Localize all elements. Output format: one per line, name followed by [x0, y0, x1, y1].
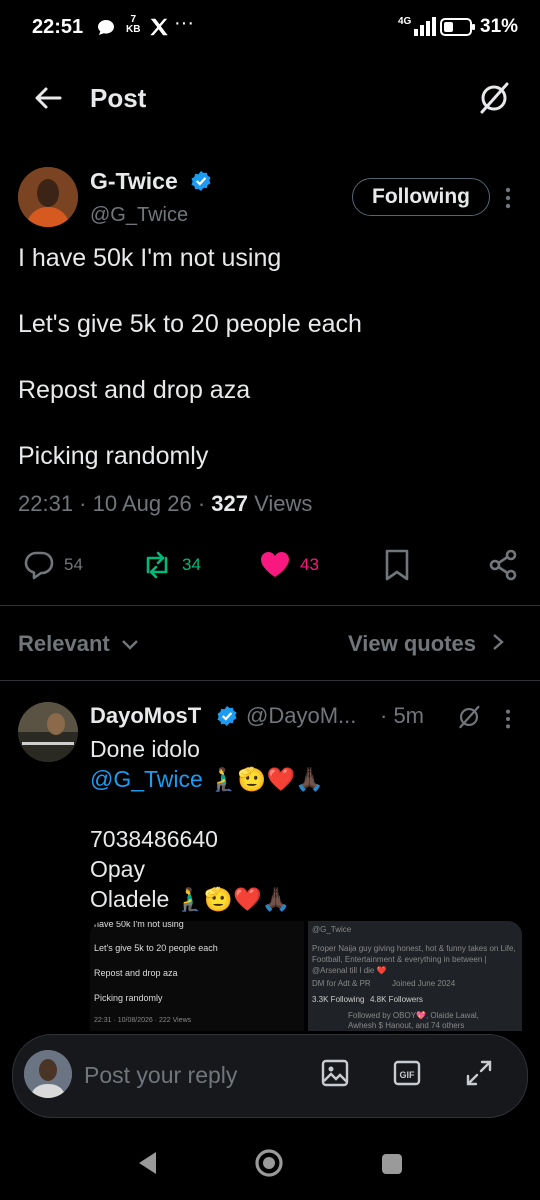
author-handle[interactable]: @G_Twice	[90, 204, 188, 227]
battery-percent: 31%	[480, 16, 519, 37]
system-nav-bar	[0, 1120, 540, 1200]
verified-badge-icon	[216, 705, 238, 732]
like-action[interactable]: 43	[258, 548, 319, 582]
back-button[interactable]	[32, 82, 64, 114]
expand-button[interactable]	[464, 1058, 498, 1092]
status-bar: 22:51 7 KB ··· 4G 31%	[0, 0, 540, 60]
grok-button[interactable]	[476, 80, 512, 116]
image-text: Let's give 5k to 20 people each	[94, 943, 218, 953]
repost-count: 34	[182, 555, 201, 574]
bookmark-icon	[385, 549, 409, 581]
reply-text: Done idolo @G_Twice 🧎‍♂️🫡❤️🙏🏿 7038486640…	[90, 734, 520, 914]
avatar-image	[24, 1050, 72, 1098]
more-options-icon[interactable]	[504, 708, 512, 735]
repost-action[interactable]: 34	[140, 548, 201, 582]
network-type: 4G	[398, 16, 412, 27]
image-text: Repost and drop aza	[94, 968, 178, 978]
verified-badge-icon	[190, 170, 212, 197]
reply-icon	[24, 551, 54, 580]
image-text: 3.3K Following	[312, 995, 365, 1004]
following-button[interactable]: Following	[352, 178, 490, 216]
nav-back-icon[interactable]	[136, 1150, 160, 1181]
image-text: Followed by OBOY💖, Olaide Lawal,	[348, 1011, 479, 1020]
author-name[interactable]: G-Twice	[90, 168, 178, 195]
status-time: 22:51	[32, 16, 84, 38]
reply-author-name[interactable]: DayoMosT	[90, 703, 201, 729]
image-text: Joined June 2024	[392, 979, 456, 988]
views-label: Views	[254, 491, 313, 516]
more-options-icon[interactable]	[504, 186, 512, 215]
views-count: 327	[211, 491, 249, 516]
gif-button[interactable]: GIF	[392, 1058, 426, 1092]
bookmark-button[interactable]	[382, 548, 412, 582]
network-speed: 7 KB	[126, 14, 141, 35]
more-notifications-icon: ···	[174, 12, 194, 34]
view-quotes-label: View quotes	[348, 631, 476, 656]
post-line: I have 50k I'm not using	[18, 244, 282, 272]
divider	[0, 605, 540, 606]
share-button[interactable]	[486, 548, 520, 582]
avatar-image	[18, 702, 78, 762]
avatar-image	[18, 167, 78, 227]
image-text: 22:31 · 10/08/2026 · 222 Views	[94, 1017, 192, 1024]
svg-text:GIF: GIF	[400, 1070, 416, 1080]
mention-link[interactable]: @G_Twice	[90, 766, 203, 792]
page-title: Post	[90, 83, 147, 113]
like-count: 43	[300, 555, 319, 574]
image-text: Awhesh $ Hanout, and 74 others	[348, 1021, 465, 1030]
my-avatar	[24, 1050, 72, 1098]
divider	[0, 680, 540, 681]
signal-icon: 4G	[398, 14, 436, 43]
reply-line: Opay	[90, 856, 145, 882]
image-text: @G_Twice	[312, 925, 352, 934]
reply-count: 54	[64, 555, 83, 574]
message-icon	[96, 18, 116, 43]
reply-handle[interactable]: @DayoM...	[246, 703, 356, 729]
reply-input[interactable]: Post your reply	[84, 1062, 237, 1089]
post-line: Let's give 5k to 20 people each	[18, 310, 362, 338]
image-text: DM for Adt & PR	[312, 979, 371, 988]
grok-icon	[480, 82, 509, 114]
post-line: Repost and drop aza	[18, 376, 251, 404]
reply-action[interactable]: 54	[22, 548, 83, 582]
post-date: 10 Aug 26	[92, 491, 192, 516]
reply-image-left[interactable]: have 50k I'm not using Let's give 5k to …	[90, 921, 304, 1031]
share-icon	[489, 549, 517, 581]
heart-icon	[261, 552, 289, 577]
post-meta: 22:31 · 10 Aug 26 · 327 Views	[18, 491, 313, 516]
x-logo-icon	[148, 16, 170, 43]
chevron-right-icon	[493, 634, 504, 650]
image-text: 4.8K Followers	[370, 995, 423, 1004]
sort-label: Relevant	[18, 631, 110, 656]
emoji-text: 🧎‍♂️🫡❤️🙏🏿	[175, 886, 291, 912]
image-text: Proper Naija guy giving honest, hot & fu…	[312, 944, 516, 975]
arrow-left-icon	[35, 87, 62, 109]
repost-icon	[146, 551, 168, 579]
sort-dropdown[interactable]: Relevant	[18, 631, 140, 657]
reply-avatar[interactable]	[18, 702, 78, 762]
image-icon	[321, 1059, 349, 1087]
author-avatar[interactable]	[18, 167, 78, 227]
reply-line: 7038486640	[90, 826, 218, 852]
nav-recents-icon[interactable]	[380, 1152, 404, 1181]
post-time: 22:31	[18, 491, 74, 516]
view-quotes-link[interactable]: View quotes	[348, 631, 506, 657]
reply-time: · 5m	[380, 703, 424, 728]
nav-home-icon[interactable]	[254, 1148, 284, 1183]
post-text: I have 50k I'm not using Let's give 5k t…	[18, 242, 518, 506]
post-line: Picking randomly	[18, 442, 209, 470]
reply-line: Oladele	[90, 886, 170, 912]
gif-icon: GIF	[393, 1060, 421, 1086]
grok-icon[interactable]	[456, 704, 482, 735]
image-text: Picking randomly	[94, 993, 163, 1003]
battery-icon	[440, 18, 476, 41]
reply-line: Done idolo	[90, 736, 200, 762]
image-text: have 50k I'm not using	[94, 921, 184, 929]
reply-image-right[interactable]: @G_Twice Proper Naija guy giving honest,…	[308, 921, 522, 1031]
emoji-text: 🧎‍♂️🫡❤️🙏🏿	[209, 766, 324, 792]
chevron-down-icon	[121, 640, 138, 650]
image-button[interactable]	[320, 1058, 354, 1092]
expand-icon	[466, 1060, 492, 1086]
